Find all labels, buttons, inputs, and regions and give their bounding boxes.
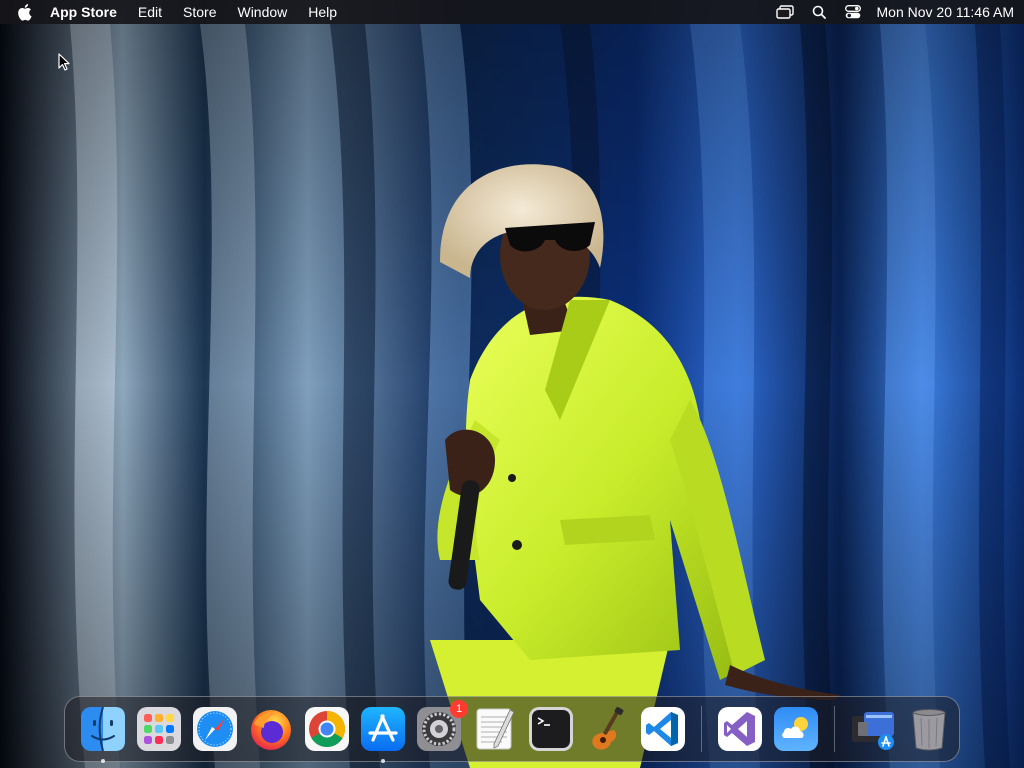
dock-trash[interactable] (906, 706, 952, 752)
dock-textedit[interactable] (472, 706, 518, 752)
downloads-stack-icon (852, 712, 894, 750)
spotlight-search-icon[interactable] (809, 2, 829, 22)
dock-separator (701, 706, 702, 752)
menu-app-name[interactable]: App Store (50, 4, 117, 20)
launchpad-icon (137, 707, 181, 751)
dock-system-settings[interactable]: 1 (416, 700, 468, 752)
textedit-icon (476, 708, 515, 750)
dock-chrome[interactable] (304, 706, 350, 752)
menu-window[interactable]: Window (237, 4, 287, 20)
dock-garageband[interactable] (584, 706, 630, 752)
garageband-icon (592, 706, 624, 750)
firefox-icon (251, 710, 291, 750)
safari-icon (193, 707, 237, 751)
dock-launchpad[interactable] (136, 706, 182, 752)
menu-edit[interactable]: Edit (138, 4, 162, 20)
dock-terminal[interactable] (528, 706, 574, 752)
dock-downloads-stack[interactable] (850, 706, 896, 752)
dock: 1 (64, 696, 960, 763)
dock-app-store[interactable] (360, 706, 406, 763)
dock-visual-studio[interactable] (717, 706, 763, 752)
dock-safari[interactable] (192, 706, 238, 752)
menu-help[interactable]: Help (308, 4, 337, 20)
chrome-icon (305, 707, 349, 751)
weather-icon (774, 707, 818, 751)
terminal-icon (529, 707, 573, 751)
control-center-icon[interactable] (843, 2, 863, 22)
dock-vscode[interactable] (640, 706, 686, 752)
dock-firefox[interactable] (248, 706, 294, 752)
running-indicator (381, 759, 385, 763)
notification-badge: 1 (450, 700, 468, 718)
menu-store[interactable]: Store (183, 4, 216, 20)
trash-icon (912, 709, 946, 751)
finder-icon (81, 706, 125, 752)
menu-bar: App Store Edit Store Window Help Mon Nov… (0, 0, 1024, 24)
desktop-wallpaper (0, 0, 1024, 768)
mouse-cursor-icon (58, 53, 70, 71)
menu-bar-clock[interactable]: Mon Nov 20 11:46 AM (877, 4, 1014, 20)
vscode-icon (641, 707, 685, 751)
dock-finder[interactable] (80, 706, 126, 763)
app-store-icon (361, 707, 405, 751)
dock-separator (834, 706, 835, 752)
dock-weather[interactable] (773, 706, 819, 752)
screen-mirroring-icon[interactable] (775, 2, 795, 22)
visual-studio-icon (718, 707, 762, 751)
apple-menu-icon[interactable] (16, 2, 36, 22)
running-indicator (101, 759, 105, 763)
